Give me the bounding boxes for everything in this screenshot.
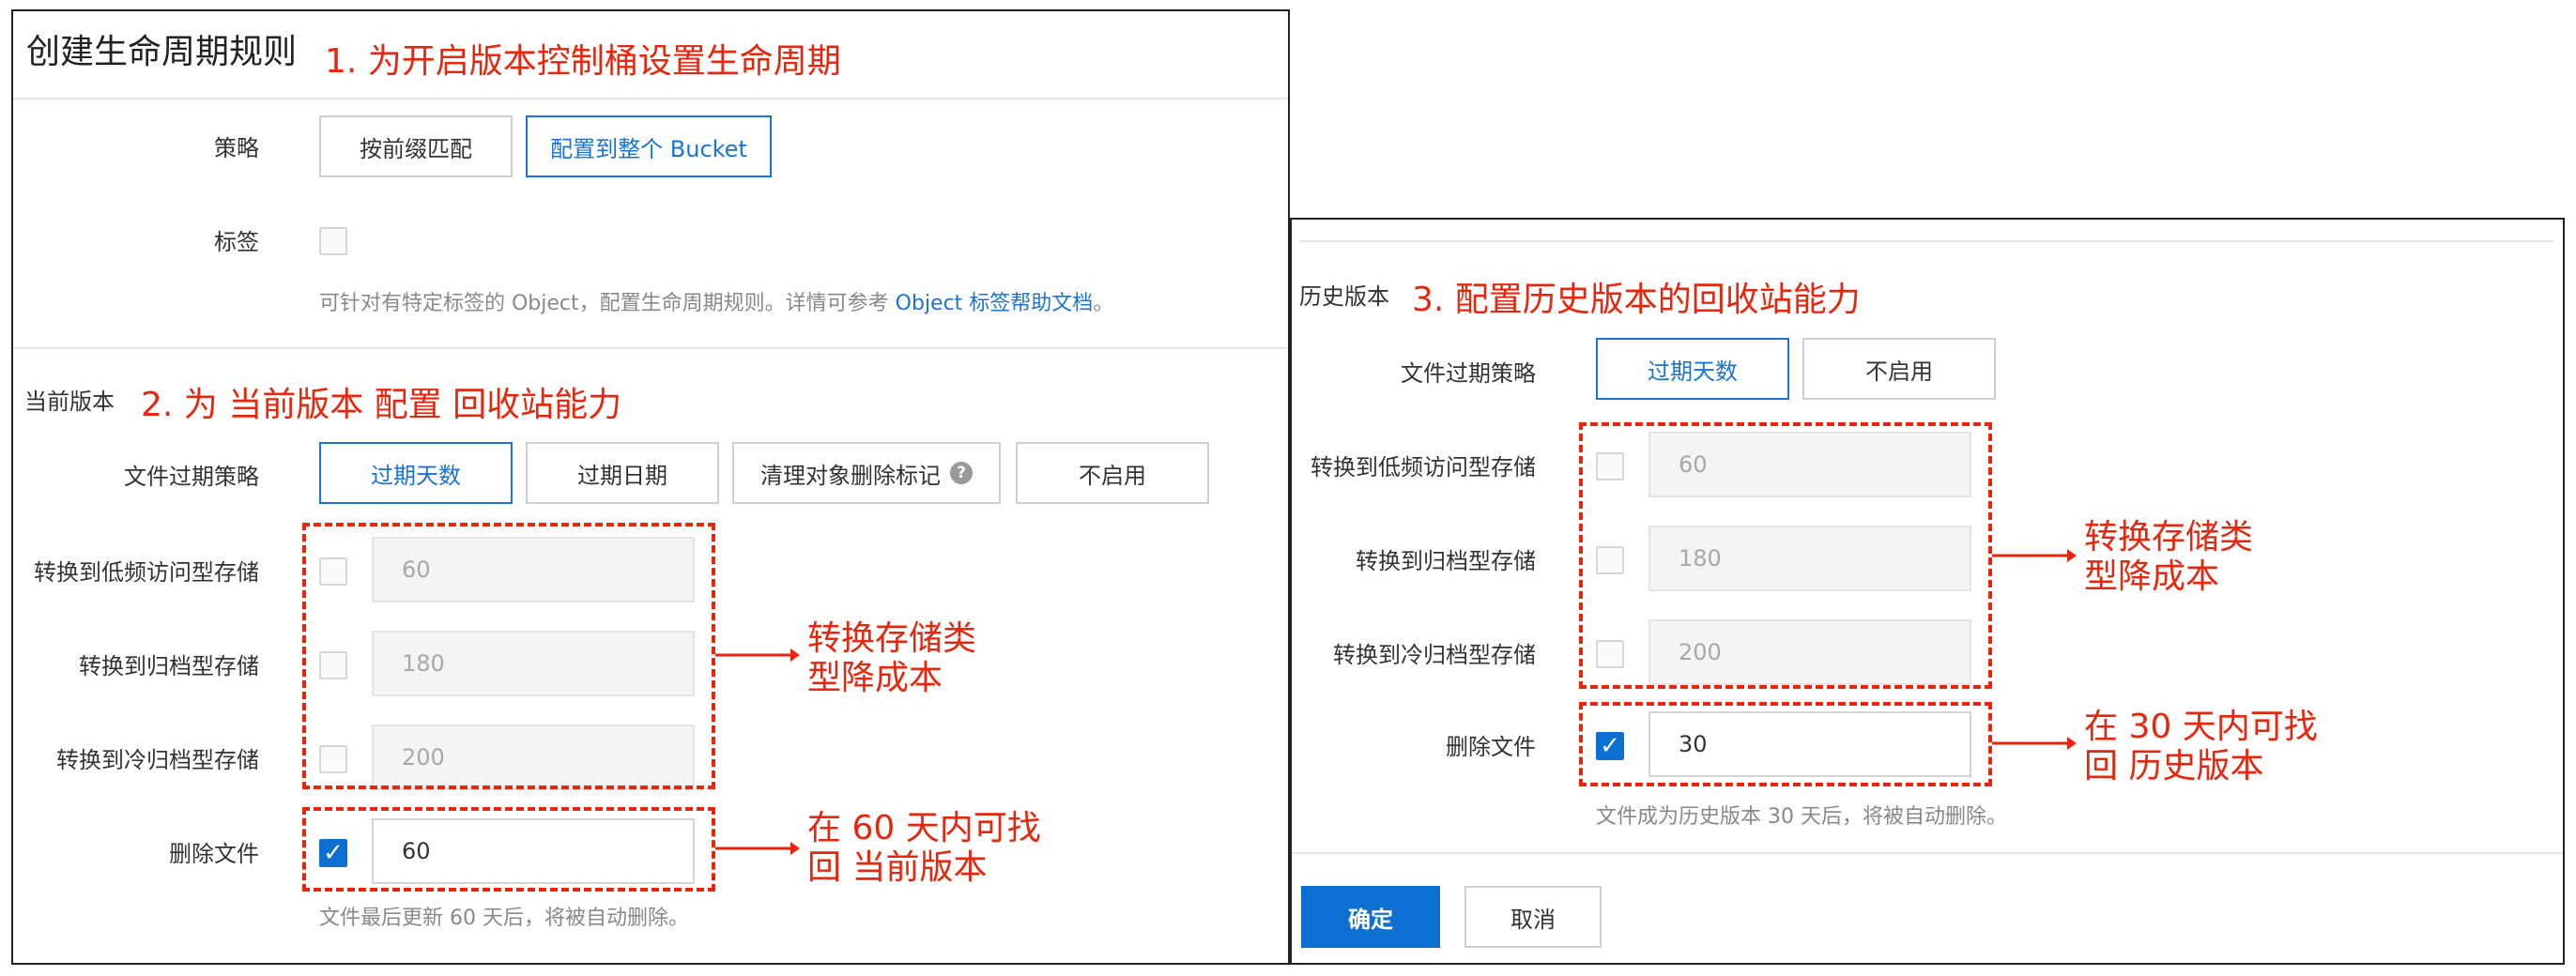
expire-date-button[interactable]: 过期日期: [526, 442, 719, 504]
history-expire-policy-label: 文件过期策略: [1401, 360, 1536, 387]
history-annotation-delete-line1: 在 30 天内可找: [2084, 708, 2318, 746]
history-annotation-delete-line2: 回 历史版本: [2084, 747, 2264, 785]
annotation-delete: 在 60 天内可找 回 当前版本: [807, 809, 1041, 888]
expire-policy-label: 文件过期策略: [124, 464, 259, 490]
delete-highlight-box: [302, 807, 715, 892]
history-arrow-delete: [1992, 737, 2077, 750]
history-arrow-convert: [1992, 549, 2077, 562]
history-annotation-convert: 转换存储类 型降成本: [2084, 518, 2253, 597]
confirm-button[interactable]: 确定: [1301, 886, 1440, 948]
annotation-2: 2. 为 当前版本 配置 回收站能力: [141, 386, 622, 424]
row-low-frequency-label: 转换到低频访问型存储: [34, 559, 259, 586]
prefix-match-button[interactable]: 按前缀匹配: [319, 115, 513, 177]
page-title: 创建生命周期规则: [26, 33, 298, 71]
strategy-label: 策略: [214, 135, 259, 161]
annotation-1: 1. 为开启版本控制桶设置生命周期: [325, 42, 841, 81]
annotation-convert-line2: 型降成本: [807, 659, 943, 697]
annotation-3: 3. 配置历史版本的回收站能力: [1412, 281, 1861, 319]
current-version-section: 当前版本: [24, 389, 115, 415]
row-cold-archive-label: 转换到冷归档型存储: [56, 747, 259, 773]
history-row-archive-label: 转换到归档型存储: [1356, 548, 1536, 574]
history-row-low-frequency-label: 转换到低频访问型存储: [1311, 454, 1536, 480]
whole-bucket-button[interactable]: 配置到整个 Bucket: [526, 115, 772, 177]
history-delete-highlight-box: [1579, 702, 1992, 786]
clean-delete-marker-label: 清理对象删除标记: [760, 462, 941, 489]
row-archive-label: 转换到归档型存储: [79, 653, 259, 679]
history-convert-highlight-box: [1579, 422, 1992, 689]
divider: [1299, 240, 2553, 242]
history-version-section: 历史版本: [1299, 283, 1389, 310]
annotation-delete-line2: 回 当前版本: [807, 848, 988, 887]
history-expire-days-button[interactable]: 过期天数: [1596, 338, 1789, 400]
divider: [13, 347, 1288, 349]
history-annotation-convert-line1: 转换存储类: [2084, 518, 2254, 557]
tag-help-suffix: 。: [1093, 292, 1114, 315]
history-delete-file-label: 删除文件: [1446, 734, 1536, 760]
annotation-convert: 转换存储类 型降成本: [807, 619, 976, 698]
delete-file-label: 删除文件: [169, 841, 259, 867]
tag-checkbox[interactable]: [319, 227, 347, 255]
annotation-delete-line1: 在 60 天内可找: [807, 809, 1041, 847]
arrow-delete: [715, 842, 800, 855]
history-annotation-convert-line2: 型降成本: [2084, 557, 2220, 596]
cancel-button[interactable]: 取消: [1464, 886, 1602, 948]
clean-delete-marker-button[interactable]: 清理对象删除标记?: [732, 442, 1001, 504]
expire-days-button[interactable]: 过期天数: [319, 442, 513, 504]
divider: [13, 98, 1288, 99]
arrow-convert: [715, 648, 800, 662]
history-delete-help-text: 文件成为历史版本 30 天后，将被自动删除。: [1596, 805, 2007, 829]
tag-label: 标签: [214, 229, 259, 255]
history-row-cold-archive-label: 转换到冷归档型存储: [1333, 642, 1536, 668]
history-annotation-delete: 在 30 天内可找 回 历史版本: [2084, 708, 2318, 786]
convert-highlight-box: [302, 523, 715, 789]
tag-help-link[interactable]: Object 标签帮助文档: [896, 292, 1094, 315]
help-icon[interactable]: ?: [950, 462, 973, 484]
tag-help-prefix: 可针对有特定标签的 Object，配置生命周期规则。详情可参考: [319, 292, 889, 315]
annotation-convert-line1: 转换存储类: [807, 619, 977, 658]
divider: [1292, 852, 2563, 854]
disable-button[interactable]: 不启用: [1016, 442, 1209, 504]
tag-help-text: 可针对有特定标签的 Object，配置生命周期规则。详情可参考 Object 标…: [319, 286, 1113, 316]
history-disable-button[interactable]: 不启用: [1802, 338, 1996, 400]
delete-help-text: 文件最后更新 60 天后，将被自动删除。: [319, 907, 689, 930]
